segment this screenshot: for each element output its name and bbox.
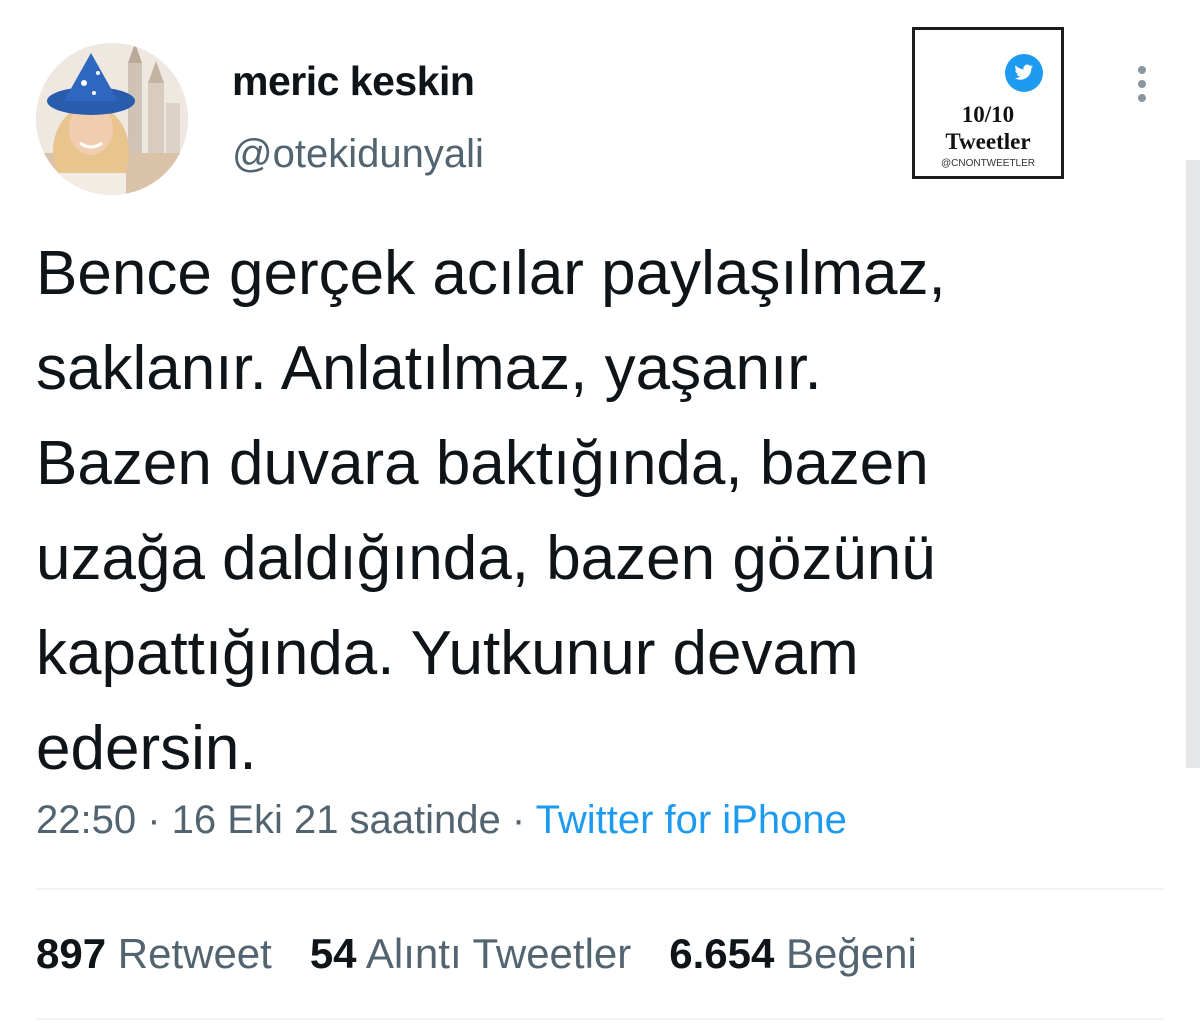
twitter-bird-icon	[1005, 54, 1043, 92]
more-dot-icon	[1138, 66, 1146, 74]
scrollbar[interactable]	[1186, 160, 1200, 768]
tweet-text: Bence gerçek acılar paylaşılmaz, saklanı…	[36, 226, 1156, 796]
quotes-stat[interactable]: 54 Alıntı Tweetler	[310, 930, 631, 977]
tweet-text-line: uzağa daldığında, bazen gözünü	[36, 524, 936, 593]
tweet-text-line: Bence gerçek acılar paylaşılmaz,	[36, 239, 946, 308]
tweet-text-line: kapattığında. Yutkunur devam	[36, 619, 859, 688]
author-handle[interactable]: @otekidunyali	[232, 132, 484, 177]
retweets-label: Retweet	[117, 930, 272, 977]
more-dot-icon	[1138, 80, 1146, 88]
meta-separator: ·	[136, 798, 172, 842]
tweet-source-link[interactable]: Twitter for iPhone	[536, 798, 847, 842]
watermark-handle: @CNONTWEETLER	[940, 158, 1036, 169]
quotes-count: 54	[309, 930, 357, 977]
quotes-label: Alıntı Tweetler	[365, 930, 632, 977]
tweet-text-line: Bazen duvara baktığında, bazen	[36, 429, 929, 498]
more-options-button[interactable]	[1128, 64, 1156, 104]
author-avatar[interactable]	[36, 43, 188, 195]
watermark-count: 10/10	[961, 102, 1015, 127]
likes-label: Beğeni	[786, 930, 917, 977]
tweet-date[interactable]: 16 Eki 21 saatinde	[172, 798, 501, 842]
tweet-text-line: saklanır. Anlatılmaz, yaşanır.	[36, 334, 822, 403]
tweet-stats: 897 Retweet 54 Alıntı Tweetler 6.654 Beğen…	[36, 930, 955, 978]
likes-stat[interactable]: 6.654 Beğeni	[669, 930, 917, 977]
meta-separator: ·	[500, 798, 536, 842]
likes-count: 6.654	[669, 930, 775, 977]
tweet-meta: 22:50 · 16 Eki 21 saatinde · Twitter for…	[36, 798, 847, 843]
author-display-name[interactable]: meric keskin	[232, 58, 475, 105]
watermark-word: Tweetler	[945, 129, 1031, 154]
divider	[36, 888, 1164, 890]
divider	[36, 1018, 1164, 1020]
watermark-badge: 10/10 Tweetler @CNONTWEETLER	[912, 27, 1064, 179]
tweet-time[interactable]: 22:50	[36, 798, 136, 842]
retweets-count: 897	[36, 930, 107, 977]
more-dot-icon	[1138, 94, 1146, 102]
retweets-stat[interactable]: 897 Retweet	[36, 930, 272, 977]
tweet-text-line: edersin.	[36, 714, 257, 783]
